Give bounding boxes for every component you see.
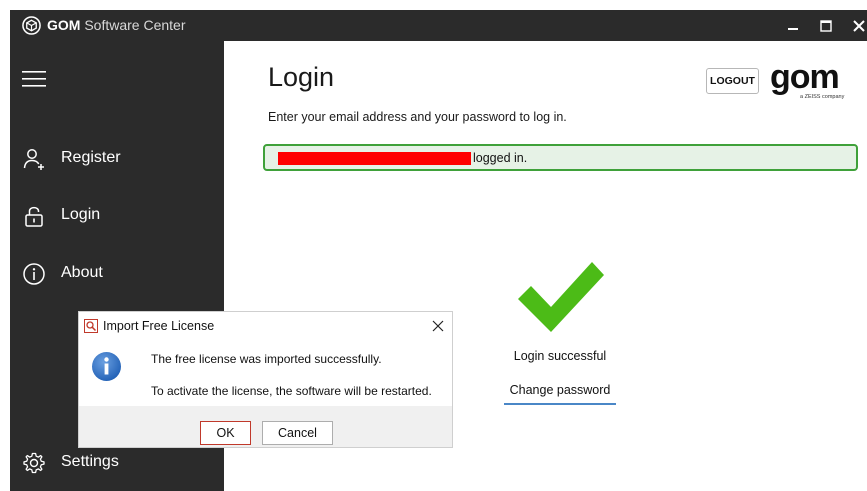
sidebar-item-about[interactable]: About [10, 254, 224, 294]
dialog-title: Import Free License [103, 319, 215, 333]
close-icon[interactable] [431, 319, 445, 333]
sidebar-item-label: About [61, 264, 103, 281]
page-title: Login [268, 62, 335, 92]
checkmark-icon [518, 262, 604, 332]
redacted-email [278, 152, 471, 165]
hamburger-icon[interactable] [22, 70, 46, 88]
dialog-message-2: To activate the license, the software wi… [151, 384, 432, 398]
dialog-message-1: The free license was imported successful… [151, 352, 382, 366]
ok-button[interactable]: OK [200, 421, 251, 445]
sidebar-item-label: Login [61, 206, 101, 223]
page-subtitle: Enter your email address and your passwo… [268, 110, 567, 124]
status-banner: logged in. [263, 144, 858, 171]
title-bar: GOM Software Center [10, 10, 867, 41]
login-success-text: Login successful [513, 349, 607, 363]
brand-logo-name: gom [770, 62, 839, 96]
sidebar-item-settings[interactable]: Settings [10, 443, 224, 483]
sidebar-item-register[interactable]: Register [10, 139, 224, 179]
close-icon[interactable] [849, 16, 867, 36]
app-logo-icon [22, 16, 41, 35]
brand-logo: gom a ZEISS company [770, 62, 845, 100]
info-circle-icon [23, 263, 45, 285]
minimize-icon[interactable] [783, 16, 803, 36]
unlock-icon [25, 206, 43, 227]
window-title-bold: GOM [47, 17, 81, 33]
sidebar-item-label: Settings [61, 453, 119, 470]
dialog-body: The free license was imported successful… [79, 341, 452, 406]
brand-logo-tagline: a ZEISS company [800, 94, 845, 100]
change-password-button[interactable]: Change password [504, 381, 616, 405]
logout-button[interactable]: LOGOUT [706, 68, 759, 94]
user-add-icon [23, 149, 44, 170]
sidebar-item-login[interactable]: Login [10, 196, 224, 236]
window-title: GOM Software Center [47, 17, 186, 33]
maximize-icon[interactable] [816, 16, 836, 36]
dialog-title-bar: Import Free License [79, 312, 452, 341]
window-title-rest: Software Center [80, 17, 186, 33]
status-text: logged in. [473, 151, 528, 165]
import-license-dialog: Import Free License The free license was… [78, 311, 453, 448]
gear-icon [23, 452, 45, 474]
info-icon [92, 352, 121, 381]
sidebar-item-label: Register [61, 149, 121, 166]
cancel-button[interactable]: Cancel [262, 421, 333, 445]
magnifier-app-icon [84, 319, 98, 333]
